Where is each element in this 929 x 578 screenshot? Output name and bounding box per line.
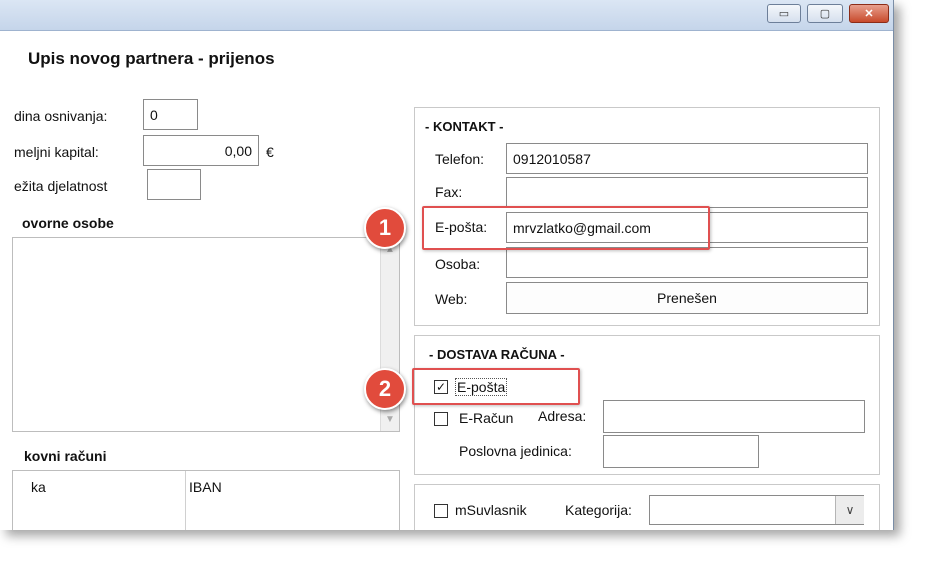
adresa-input[interactable]	[603, 400, 865, 433]
kategorija-select[interactable]	[649, 495, 864, 525]
racuni-table[interactable]: ka IBAN	[12, 470, 400, 530]
msuvlasnik-checkbox[interactable]	[434, 504, 448, 518]
fax-input[interactable]	[506, 177, 868, 208]
form-title: Upis novog partnera - prijenos	[28, 49, 275, 68]
poslovna-label: Poslovna jedinica:	[459, 443, 572, 459]
djelatnost-input[interactable]	[147, 169, 201, 200]
djelatnost-label: ežita djelatnost	[14, 178, 108, 194]
fax-label: Fax:	[435, 184, 463, 200]
racuni-column-iban: IBAN	[189, 479, 222, 495]
osobe-heading: ovorne osobe	[22, 215, 114, 231]
maximize-button[interactable]: ▢	[807, 4, 843, 23]
adresa-label: Adresa:	[538, 408, 587, 424]
telefon-input[interactable]: 0912010587	[506, 143, 868, 174]
minimize-button[interactable]: ▭	[767, 4, 801, 23]
currency-label: €	[266, 144, 274, 160]
osoba-label: Osoba:	[435, 256, 481, 272]
eracun-checkbox-label[interactable]: E-Račun	[459, 410, 513, 426]
web-label: Web:	[435, 291, 468, 307]
kontakt-heading: - KONTAKT -	[425, 119, 504, 134]
callout-box-dostava-eposta	[412, 368, 580, 405]
kategorija-label: Kategorija:	[565, 502, 632, 518]
racuni-heading: kovni računi	[24, 448, 107, 464]
racuni-column-banka: ka	[31, 479, 46, 495]
poslovna-input[interactable]	[603, 435, 759, 468]
godina-input[interactable]: 0	[143, 99, 198, 130]
column-divider	[185, 471, 186, 530]
osoba-input[interactable]	[506, 247, 868, 278]
web-button[interactable]: Prenešen	[506, 282, 868, 314]
msuvlasnik-label[interactable]: mSuvlasnik	[455, 502, 527, 518]
kapital-label: meljni kapital:	[14, 144, 99, 160]
bottom-group: mSuvlasnik Kategorija: ∨	[414, 484, 880, 530]
chevron-down-icon[interactable]: ∨	[835, 496, 864, 524]
callout-badge-1: 1	[364, 207, 406, 249]
close-button[interactable]: ✕	[849, 4, 889, 23]
eracun-checkbox[interactable]	[434, 412, 448, 426]
osobe-list[interactable]: ▲ ▼	[12, 237, 400, 432]
dostava-heading: - DOSTAVA RAČUNA -	[429, 347, 565, 362]
scroll-down-icon[interactable]: ▼	[385, 414, 395, 425]
godina-label: dina osnivanja:	[14, 108, 108, 124]
title-bar: ▭ ▢ ✕	[0, 0, 893, 31]
dialog-window: ▭ ▢ ✕ Upis novog partnera - prijenos din…	[0, 0, 894, 530]
callout-badge-2: 2	[364, 368, 406, 410]
telefon-label: Telefon:	[435, 151, 485, 167]
kapital-input[interactable]: 0,00	[143, 135, 259, 166]
callout-box-eposta	[422, 206, 710, 250]
dostava-group: - DOSTAVA RAČUNA - ✓ E-pošta E-Račun Adr…	[414, 335, 880, 475]
